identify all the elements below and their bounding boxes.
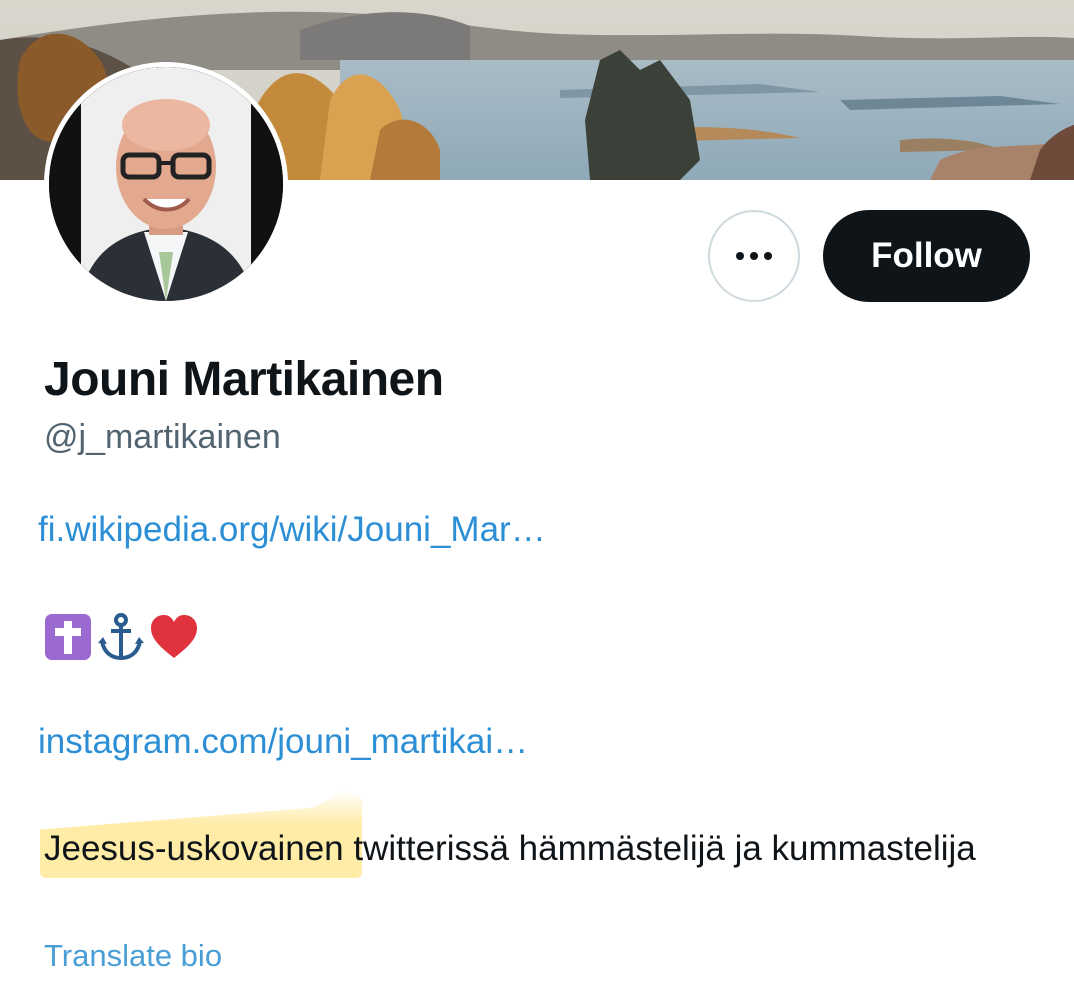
follow-button-label: Follow xyxy=(871,236,982,275)
follow-button[interactable]: Follow xyxy=(823,210,1030,302)
bio-emoji-row xyxy=(44,612,198,662)
anchor-icon xyxy=(98,613,144,661)
profile-avatar[interactable] xyxy=(44,62,288,306)
avatar-photo xyxy=(49,67,283,301)
instagram-link[interactable]: instagram.com/jouni_martikai… xyxy=(38,722,528,762)
translate-bio-link[interactable]: Translate bio xyxy=(44,938,222,974)
latin-cross-icon xyxy=(45,614,91,660)
profile-handle: @j_martikainen xyxy=(44,418,281,456)
profile-bio: Jeesus-uskovainen twitterissä hämmästeli… xyxy=(44,829,976,868)
red-heart-icon xyxy=(151,615,197,658)
wikipedia-link[interactable]: fi.wikipedia.org/wiki/Jouni_Mar… xyxy=(38,510,546,550)
more-dots-icon xyxy=(736,252,772,260)
more-options-button[interactable] xyxy=(708,210,800,302)
profile-display-name: Jouni Martikainen xyxy=(44,353,444,406)
